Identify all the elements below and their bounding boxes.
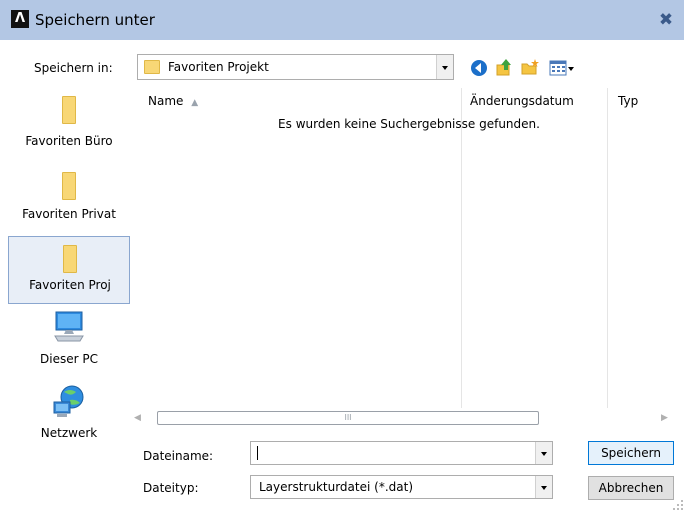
- close-button[interactable]: ✖: [654, 8, 678, 32]
- save-dialog: Speichern in: Favoriten Projekt Favorite…: [8, 40, 684, 512]
- place-label: Netzwerk: [40, 426, 98, 440]
- column-header-type[interactable]: Typ: [618, 88, 638, 114]
- scroll-left-icon[interactable]: ◀: [134, 412, 144, 424]
- file-type-combo[interactable]: Layerstrukturdatei (*.dat): [250, 475, 553, 499]
- save-in-label: Speichern in:: [34, 61, 113, 75]
- place-favoriten-privat[interactable]: Favoriten Privat: [8, 166, 130, 238]
- column-divider: [607, 88, 608, 408]
- app-icon: Λ: [11, 10, 29, 28]
- horizontal-scrollbar[interactable]: ◀ III ▶: [134, 410, 674, 426]
- cancel-button[interactable]: Abbrechen: [588, 476, 674, 500]
- sort-ascending-icon: ▲: [191, 98, 199, 108]
- empty-message: Es wurden keine Suchergebnisse gefunden.: [278, 117, 540, 131]
- file-name-label: Dateiname:: [143, 449, 214, 463]
- network-icon: [53, 385, 84, 417]
- scroll-right-icon[interactable]: ▶: [661, 412, 671, 424]
- scroll-thumb[interactable]: III: [157, 411, 539, 425]
- window-title: Speichern unter: [35, 11, 155, 29]
- title-bar: Λ Speichern unter ✖: [0, 0, 684, 40]
- column-header-name[interactable]: Name ▲: [148, 88, 198, 114]
- save-in-value: Favoriten Projekt: [168, 60, 269, 74]
- place-favoriten-projekt[interactable]: Favoriten Proj: [8, 236, 130, 304]
- resize-grip-icon[interactable]: [672, 498, 684, 510]
- new-folder-icon[interactable]: [521, 58, 539, 76]
- file-type-value: Layerstrukturdatei (*.dat): [259, 480, 413, 494]
- places-bar: Favoriten Büro Favoriten Privat Favorite…: [8, 88, 130, 496]
- computer-icon: [54, 311, 84, 342]
- chevron-down-icon[interactable]: [436, 55, 453, 79]
- place-favoriten-buero[interactable]: Favoriten Büro: [8, 88, 130, 160]
- file-name-combo[interactable]: [250, 441, 553, 465]
- chevron-down-icon[interactable]: [535, 476, 552, 498]
- file-list[interactable]: Name ▲ Änderungsdatum Typ Es wurden kein…: [134, 88, 684, 408]
- folder-icon: [62, 96, 76, 124]
- place-label: Favoriten Proj: [29, 278, 111, 292]
- column-divider: [461, 88, 462, 408]
- column-header-name-label: Name: [148, 94, 184, 108]
- chevron-down-icon[interactable]: [535, 442, 552, 464]
- save-in-combo[interactable]: Favoriten Projekt: [137, 54, 454, 80]
- save-button[interactable]: Speichern: [588, 441, 674, 465]
- view-menu-icon[interactable]: [549, 59, 575, 77]
- back-icon[interactable]: [470, 59, 488, 77]
- place-label: Favoriten Büro: [25, 134, 113, 148]
- place-label: Dieser PC: [40, 352, 98, 366]
- place-label: Favoriten Privat: [22, 207, 116, 221]
- folder-icon: [63, 245, 77, 273]
- file-type-label: Dateityp:: [143, 481, 199, 495]
- folder-icon: [62, 172, 76, 200]
- column-header-date[interactable]: Änderungsdatum: [470, 88, 574, 114]
- folder-icon: [144, 60, 160, 74]
- up-folder-icon[interactable]: [495, 58, 513, 76]
- text-cursor: [257, 446, 258, 460]
- place-netzwerk[interactable]: Netzwerk: [8, 382, 130, 454]
- place-dieser-pc[interactable]: Dieser PC: [8, 308, 130, 380]
